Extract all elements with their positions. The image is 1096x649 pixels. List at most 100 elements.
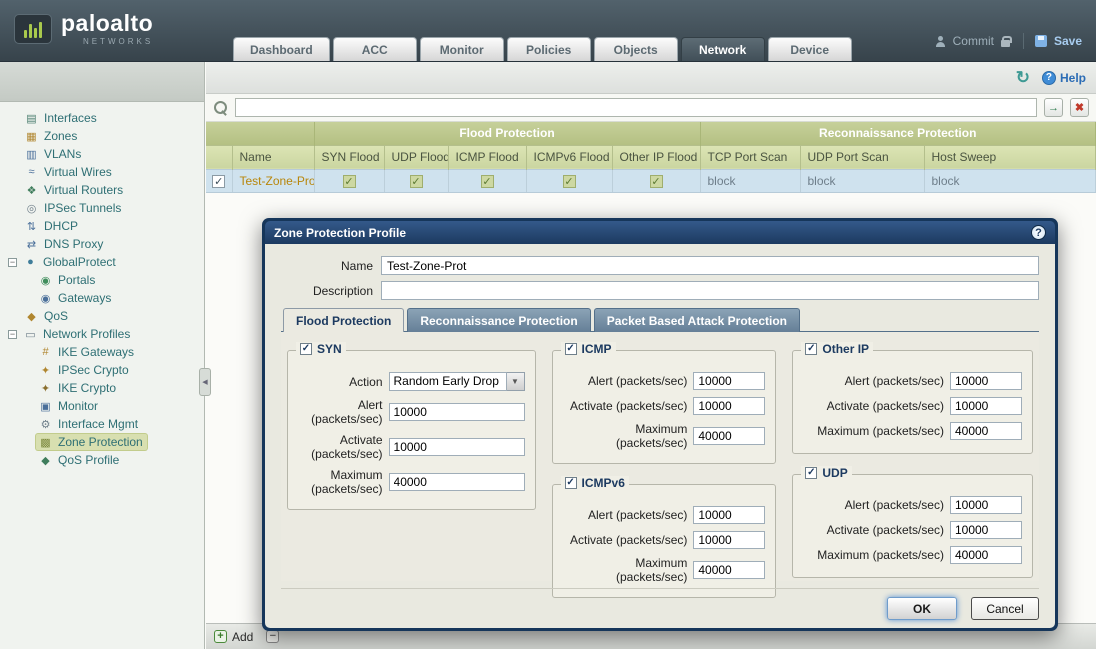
sidebar-item-interface-mgmt[interactable]: ⚙Interface Mgmt [0, 415, 204, 433]
dialog-title-bar[interactable]: Zone Protection Profile ? [265, 221, 1055, 244]
description-field-label: Description [281, 284, 381, 298]
sidebar-item-globalprotect[interactable]: −●GlobalProtect [0, 253, 204, 271]
refresh-icon[interactable]: ↻ [1016, 68, 1030, 88]
sidebar-item-ike-crypto[interactable]: ✦IKE Crypto [0, 379, 204, 397]
tab-network[interactable]: Network [681, 37, 765, 61]
add-button[interactable]: Add [232, 630, 253, 644]
sidebar-item-monitor[interactable]: ▣Monitor [0, 397, 204, 415]
expander-collapse-icon[interactable]: − [8, 330, 17, 339]
flood-protection-panel: ✓SYNActionRandom Early Drop▼Alert (packe… [281, 331, 1039, 581]
column-other-ip-flood[interactable]: Other IP Flood [612, 145, 700, 169]
help-icon: ? [1042, 71, 1056, 85]
syn-section: ✓SYNActionRandom Early Drop▼Alert (packe… [287, 350, 536, 510]
syn-activate-input[interactable] [389, 438, 525, 456]
syn-action-select[interactable]: Random Early Drop▼ [389, 372, 525, 391]
description-field[interactable] [381, 281, 1039, 300]
column-tcp-port-scan[interactable]: TCP Port Scan [700, 145, 800, 169]
apply-filter-button[interactable]: → [1044, 98, 1063, 117]
column-udp-flood[interactable]: UDP Flood [384, 145, 448, 169]
dialog-tab-packet-based-attack-protection[interactable]: Packet Based Attack Protection [594, 308, 800, 332]
column-host-sweep[interactable]: Host Sweep [924, 145, 1096, 169]
sidebar-item-interfaces[interactable]: ▤ Interfaces [0, 109, 204, 127]
tab-acc[interactable]: ACC [333, 37, 417, 61]
udp-alert-label: Alert (packets/sec) [803, 498, 950, 512]
dialog-tab-reconnaissance-protection[interactable]: Reconnaissance Protection [407, 308, 590, 332]
icmp-enabled-checkbox[interactable]: ✓ [565, 343, 577, 355]
help-link[interactable]: ? Help [1042, 71, 1086, 85]
icmp-activate-input[interactable] [693, 397, 765, 415]
other-ip-activate-input[interactable] [950, 397, 1022, 415]
sidebar-item-dhcp[interactable]: ⇅DHCP [0, 217, 204, 235]
dialog-tab-flood-protection[interactable]: Flood Protection [283, 308, 404, 332]
icmpv6-enabled-checkbox[interactable]: ✓ [565, 477, 577, 489]
sidebar-item-ipsec-tunnels[interactable]: ◎IPSec Tunnels [0, 199, 204, 217]
content-toolbar: ↻ ? Help [206, 62, 1096, 94]
column-icmp-flood[interactable]: ICMP Flood [448, 145, 526, 169]
icmpv6-alert-input[interactable] [693, 506, 765, 524]
tab-monitor[interactable]: Monitor [420, 37, 504, 61]
sidebar-collapse-handle[interactable]: ◀ [199, 368, 211, 396]
clear-filter-button[interactable]: ✖ [1070, 98, 1089, 117]
column-syn-flood[interactable]: SYN Flood [314, 145, 384, 169]
column-name[interactable]: Name [232, 145, 314, 169]
syn-enabled-checkbox[interactable]: ✓ [300, 343, 312, 355]
cancel-button[interactable]: Cancel [971, 597, 1039, 620]
icmpv6-maximum-input[interactable] [693, 561, 765, 579]
sidebar-item-dns-proxy[interactable]: ⇄DNS Proxy [0, 235, 204, 253]
other-ip-maximum-input[interactable] [950, 422, 1022, 440]
search-input[interactable] [235, 98, 1037, 117]
sidebar-item-zone-protection[interactable]: ▩Zone Protection [0, 433, 204, 451]
other-ip-enabled-checkbox[interactable]: ✓ [805, 343, 817, 355]
sidebar-item-vlans[interactable]: ▥VLANs [0, 145, 204, 163]
row-name-link[interactable]: Test-Zone-Prot [232, 169, 314, 192]
udp-enabled-checkbox[interactable]: ✓ [805, 467, 817, 479]
dialog-help-icon[interactable]: ? [1031, 225, 1046, 240]
delete-icon[interactable]: − [266, 630, 279, 643]
udp-alert-input[interactable] [950, 496, 1022, 514]
icmp-flood-check-icon: ✓ [481, 175, 494, 188]
sidebar-item-ipsec-crypto[interactable]: ✦IPSec Crypto [0, 361, 204, 379]
icmpv6-activate-input[interactable] [693, 531, 765, 549]
column-icmpv6-flood[interactable]: ICMPv6 Flood [526, 145, 612, 169]
sidebar-item-qos-profile[interactable]: ◆QoS Profile [0, 451, 204, 469]
expander-collapse-icon[interactable]: − [8, 258, 17, 267]
sidebar-item-zones[interactable]: ▦Zones [0, 127, 204, 145]
sidebar-item-ike-gateways[interactable]: #IKE Gateways [0, 343, 204, 361]
other-ip-alert-label: Alert (packets/sec) [803, 374, 950, 388]
tab-policies[interactable]: Policies [507, 37, 591, 61]
sidebar-item-qos[interactable]: ◆QoS [0, 307, 204, 325]
sidebar-item-network-profiles[interactable]: −▭Network Profiles [0, 325, 204, 343]
tab-device[interactable]: Device [768, 37, 852, 61]
save-button[interactable]: Save [1054, 34, 1082, 48]
ok-button[interactable]: OK [887, 597, 957, 620]
icmp-activate-label: Activate (packets/sec) [563, 399, 694, 413]
dropdown-arrow-icon[interactable]: ▼ [507, 372, 525, 391]
sidebar-item-virtual-wires[interactable]: ≈Virtual Wires [0, 163, 204, 181]
udp-maximum-input[interactable] [950, 546, 1022, 564]
tab-objects[interactable]: Objects [594, 37, 678, 61]
table-row[interactable]: ✓ Test-Zone-Prot ✓ ✓ ✓ ✓ ✓ block block b… [206, 169, 1096, 192]
column-udp-port-scan[interactable]: UDP Port Scan [800, 145, 924, 169]
group-header-blank [206, 122, 314, 145]
icmp-alert-input[interactable] [693, 372, 765, 390]
name-field[interactable] [381, 256, 1039, 275]
icmp-alert-label: Alert (packets/sec) [563, 374, 694, 388]
sidebar-item-virtual-routers[interactable]: ❖Virtual Routers [0, 181, 204, 199]
sidebar-item-portals[interactable]: ◉Portals [0, 271, 204, 289]
other-ip-alert-input[interactable] [950, 372, 1022, 390]
syn-maximum-input[interactable] [389, 473, 525, 491]
udp-activate-input[interactable] [950, 521, 1022, 539]
interfaces-icon: ▤ [24, 112, 39, 125]
tab-dashboard[interactable]: Dashboard [233, 37, 330, 61]
table-group-header-row: Flood Protection Reconnaissance Protecti… [206, 122, 1096, 145]
syn-alert-input[interactable] [389, 403, 525, 421]
icmp-maximum-input[interactable] [693, 427, 765, 445]
sidebar-item-label: Interfaces [44, 111, 97, 125]
udp-port-scan-value: block [800, 169, 924, 192]
ipsec-crypto-icon: ✦ [38, 364, 53, 377]
commit-button[interactable]: Commit [953, 34, 994, 48]
sidebar-item-gateways[interactable]: ◉Gateways [0, 289, 204, 307]
main-nav-tabs: DashboardACCMonitorPoliciesObjectsNetwor… [233, 37, 852, 61]
virtual-wires-icon: ≈ [24, 166, 39, 178]
row-select-checkbox[interactable]: ✓ [212, 175, 225, 188]
